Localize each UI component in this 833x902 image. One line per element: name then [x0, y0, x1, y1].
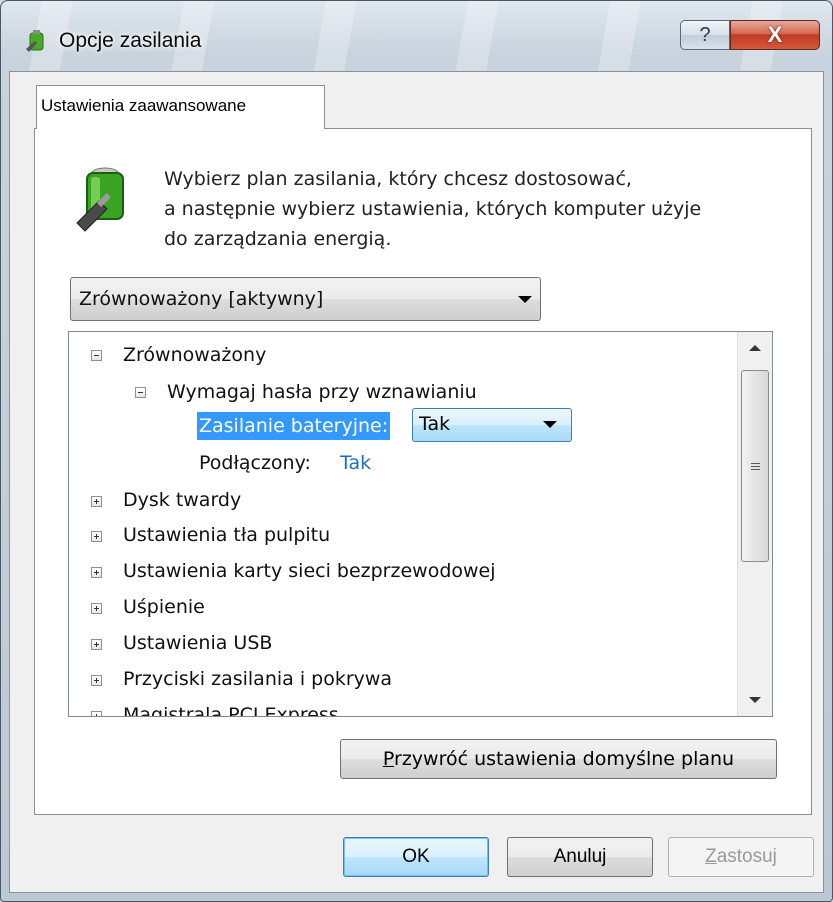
window-title: Opcje zasilania	[59, 29, 202, 52]
help-button[interactable]: ?	[680, 20, 730, 50]
apply-button[interactable]: Zastosuj	[668, 837, 814, 877]
description-line: do zarządzania energią.	[164, 228, 392, 250]
grip-line	[751, 466, 760, 467]
description-line: a następnie wybierz ustawienia, których …	[164, 198, 702, 220]
power-plan-value: Zrównoważony [aktywny]	[79, 288, 324, 310]
apply-label: astosuj	[716, 846, 777, 867]
expand-icon[interactable]	[91, 531, 102, 542]
tree-item[interactable]: Przyciski zasilania i pokrywa	[123, 664, 392, 694]
power-options-icon	[26, 30, 44, 52]
settings-tree[interactable]: Zrównoważony Wymagaj hasła przy wznawian…	[68, 331, 773, 717]
chevron-down-icon	[518, 296, 532, 303]
restore-defaults-button[interactable]: Przywróć ustawienia domyślne planu	[340, 739, 777, 779]
power-plan-dropdown[interactable]: Zrównoważony [aktywny]	[70, 277, 541, 321]
expand-icon[interactable]	[91, 711, 102, 716]
collapse-icon[interactable]	[135, 387, 146, 398]
restore-label: rzywróć ustawienia domyślne planu	[394, 748, 735, 770]
tree-item[interactable]: Magistrala PCI Express	[123, 700, 339, 716]
tree-item[interactable]: Uśpienie	[123, 592, 205, 622]
battery-setting-label[interactable]: Zasilanie bateryjne:	[197, 412, 391, 440]
plugged-setting-label[interactable]: Podłączony:	[199, 448, 311, 478]
scroll-thumb[interactable]	[741, 370, 769, 562]
chevron-down-icon	[543, 421, 557, 428]
grip-line	[751, 469, 760, 470]
tree-scrollbar[interactable]	[737, 332, 772, 716]
description-text: Wybierz plan zasilania, który chcesz dos…	[164, 164, 804, 254]
battery-value-dropdown[interactable]: Tak	[412, 408, 572, 442]
tree-item[interactable]: Ustawienia USB	[123, 628, 272, 658]
apply-accel: Z	[705, 846, 717, 867]
tab-advanced-settings[interactable]: Ustawienia zaawansowane	[36, 85, 325, 129]
expand-icon[interactable]	[91, 496, 102, 507]
expand-icon[interactable]	[91, 603, 102, 614]
collapse-icon[interactable]	[91, 350, 102, 361]
tree-item[interactable]: Ustawienia tła pulpitu	[123, 520, 330, 550]
restore-accel: P	[382, 748, 395, 770]
expand-icon[interactable]	[91, 567, 102, 578]
expand-icon[interactable]	[91, 675, 102, 686]
battery-value: Tak	[419, 413, 451, 435]
tree-item[interactable]: Ustawienia karty sieci bezprzewodowej	[123, 556, 496, 586]
close-button[interactable]: X	[730, 20, 820, 50]
plugged-value-link[interactable]: Tak	[340, 448, 371, 478]
description-line: Wybierz plan zasilania, który chcesz dos…	[164, 168, 632, 190]
tree-item[interactable]: Dysk twardy	[123, 485, 241, 515]
tree-item-group[interactable]: Wymagaj hasła przy wznawianiu	[167, 377, 477, 407]
scroll-up-icon[interactable]	[738, 332, 772, 366]
title-bar[interactable]: Opcje zasilania ? X	[1, 1, 833, 61]
battery-plug-icon	[76, 167, 124, 232]
scroll-down-icon[interactable]	[738, 682, 772, 716]
tree-item-root[interactable]: Zrównoważony	[123, 340, 266, 370]
grip-line	[751, 463, 760, 464]
ok-button[interactable]: OK	[343, 837, 489, 877]
cancel-button[interactable]: Anuluj	[507, 837, 653, 877]
expand-icon[interactable]	[91, 639, 102, 650]
